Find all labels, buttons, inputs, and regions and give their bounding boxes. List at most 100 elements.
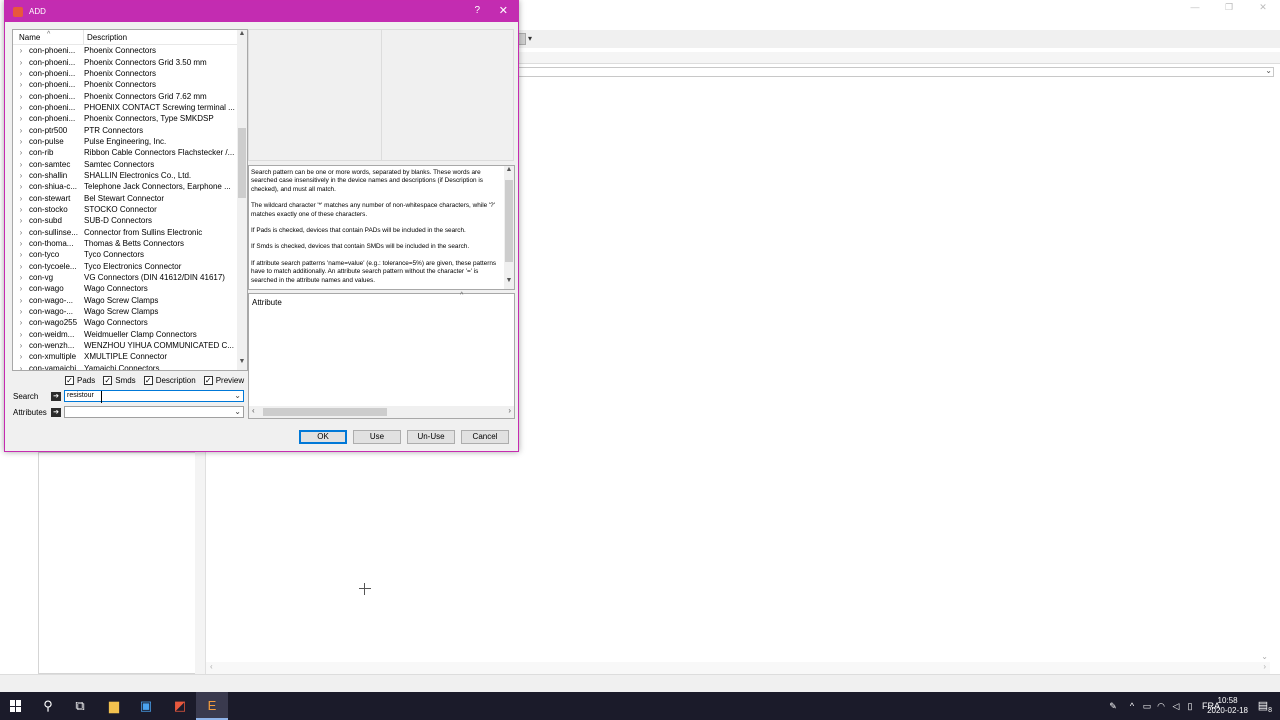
chevron-right-icon[interactable]: › [13,92,29,101]
checkbox-box[interactable]: ✓ [203,376,213,385]
attribute-horizontal-scrollbar[interactable]: ‹ › [249,406,514,418]
chevron-right-icon[interactable]: › [13,352,29,361]
close-icon[interactable]: ✕ [499,4,508,17]
library-row[interactable]: › con-wenzh... WENZHOU YIHUA COMMUNICATED … [13,340,238,351]
chevron-down-icon[interactable]: ▾ [528,34,532,43]
library-row[interactable]: › con-phoeni... Phoenix Connectors Grid 3.… [13,56,238,67]
help-vertical-scrollbar[interactable]: ▲ ▼ [504,166,514,289]
chevron-right-icon[interactable]: › [13,103,29,112]
clock[interactable]: 10:58 2020-02-18 [1207,696,1248,716]
chevron-right-icon[interactable]: › [13,205,29,214]
library-row[interactable]: › con-phoeni... Phoenix Connectors, Type S… [13,113,238,124]
restore-icon[interactable]: ❐ [1212,0,1246,14]
volume-icon[interactable]: ◁ [1168,701,1184,712]
library-row[interactable]: › con-shallin SHALLIN Electronics Co., Ltd… [13,170,238,181]
column-header-description[interactable]: Description [84,30,127,44]
library-row[interactable]: › con-wago-... Wago Screw Clamps [13,295,238,306]
chevron-right-icon[interactable]: › [13,171,29,180]
chevron-right-icon[interactable]: › [13,330,29,339]
chevron-right-icon[interactable]: › [13,228,29,237]
canvas-horizontal-scrollbar[interactable]: ‹ › [206,662,1270,674]
chevron-right-icon[interactable]: › [13,58,29,67]
chevron-down-icon[interactable]: ▼ [504,277,514,289]
chevron-right-icon[interactable]: › [13,148,29,157]
chevron-right-icon[interactable]: › [13,126,29,135]
unuse-button[interactable]: Un-Use [407,430,455,444]
search-input[interactable]: resistour ⌄ [64,390,244,402]
library-row[interactable]: › con-stocko STOCKO Connector [13,204,238,215]
attribute-list[interactable]: ^ Attribute ‹ › [248,292,515,419]
scrollbar-thumb[interactable] [263,408,387,416]
tree-vertical-scrollbar[interactable]: ▲ ▼ [237,30,247,370]
library-row[interactable]: › con-samtec Samtec Connectors [13,158,238,169]
cancel-button[interactable]: Cancel [461,430,509,444]
chevron-right-icon[interactable]: › [13,239,29,248]
column-header-attribute[interactable]: Attribute [252,298,282,307]
library-row[interactable]: › con-wago255 Wago Connectors [13,317,238,328]
library-row[interactable]: › con-phoeni... Phoenix Connectors [13,68,238,79]
library-row[interactable]: › con-pulse Pulse Engineering, Inc. [13,136,238,147]
scrollbar-thumb[interactable] [238,128,246,198]
chevron-down-icon[interactable]: ▼ [237,358,247,370]
execute-arrow-icon[interactable]: ➔ [51,391,61,401]
library-row[interactable]: › con-stewart Bel Stewart Connector [13,192,238,203]
library-row[interactable]: › con-ptr500 PTR Connectors [13,124,238,135]
chevron-right-icon[interactable]: › [13,262,29,271]
checkbox-smds[interactable]: ✓ Smds [103,376,136,385]
chevron-right-icon[interactable]: › [13,318,29,327]
library-row[interactable]: › con-phoeni... Phoenix Connectors Grid 7.… [13,90,238,101]
chevron-right-icon[interactable]: › [13,182,29,191]
chevron-up-icon[interactable]: ▲ [504,166,514,178]
library-row[interactable]: › con-subd SUB-D Connectors [13,215,238,226]
chevron-down-icon[interactable]: ⌄ [1265,66,1272,75]
library-row[interactable]: › con-phoeni... PHOENIX CONTACT Screwing t… [13,102,238,113]
column-header-name[interactable]: ^ Name [13,30,84,44]
chevron-right-icon[interactable]: › [13,364,29,370]
library-row[interactable]: › con-sullinse... Connector from Sullins E… [13,227,238,238]
battery-icon[interactable]: ▯ [1184,701,1196,712]
background-side-scrollbar[interactable] [195,452,205,674]
chevron-right-icon[interactable]: › [13,160,29,169]
chevron-right-icon[interactable]: › [13,296,29,305]
chevron-right-icon[interactable]: › [13,114,29,123]
chevron-right-icon[interactable]: › [13,250,29,259]
library-row[interactable]: › con-xmultiple XMULTIPLE Connector [13,351,238,362]
checkbox-preview[interactable]: ✓ Preview [203,376,244,385]
library-row[interactable]: › con-thoma... Thomas & Betts Connectors [13,238,238,249]
library-row[interactable]: › con-rib Ribbon Cable Connectors Flachste… [13,147,238,158]
chevron-right-icon[interactable]: › [13,46,29,55]
checkbox-box[interactable]: ✓ [103,376,113,385]
help-icon[interactable]: ? [474,5,480,16]
dialog-title-bar[interactable]: ADD ? ✕ [5,1,518,22]
library-row[interactable]: › con-weidm... Weidmueller Clamp Connector… [13,329,238,340]
attributes-input[interactable]: ⌄ [64,406,244,418]
pen-icon[interactable]: ✎ [1102,701,1124,712]
task-view-icon[interactable]: ⧉ [64,692,96,720]
start-button[interactable] [0,692,32,720]
checkbox-box[interactable]: ✓ [65,376,74,385]
library-row[interactable]: › con-wago-... Wago Screw Clamps [13,306,238,317]
chevron-up-icon[interactable]: ^ [1124,701,1140,711]
chevron-right-icon[interactable]: › [13,216,29,225]
library-tree[interactable]: ^ Name Description › con-phoeni... Phoenix… [12,29,248,371]
chevron-left-icon[interactable]: ‹ [210,662,213,674]
library-row[interactable]: › con-vg VG Connectors (DIN 41612/DIN 4161… [13,272,238,283]
background-layer-combo[interactable] [518,33,526,45]
chevron-down-icon[interactable]: ⌄ [234,391,241,401]
chevron-right-icon[interactable]: › [13,341,29,350]
scrollbar-thumb[interactable] [505,180,513,262]
file-explorer-icon[interactable]: ▆ [98,692,130,720]
library-row[interactable]: › con-yamaichi Yamaichi Connectors [13,363,238,370]
chevron-right-icon[interactable]: › [13,284,29,293]
chevron-right-icon[interactable]: › [13,80,29,89]
chevron-right-icon[interactable]: › [1263,662,1266,674]
control-panel-icon[interactable]: ◩ [164,692,196,720]
chevron-down-icon[interactable]: ⌄ [234,407,241,417]
background-command-input[interactable] [518,67,1274,77]
library-row[interactable]: › con-phoeni... Phoenix Connectors [13,79,238,90]
library-row[interactable]: › con-tyco Tyco Connectors [13,249,238,260]
checkbox-box[interactable]: ✓ [143,376,153,385]
search-icon[interactable]: ⚲ [32,692,64,720]
chevron-left-icon[interactable]: ‹ [252,406,255,415]
chevron-right-icon[interactable]: › [13,273,29,282]
